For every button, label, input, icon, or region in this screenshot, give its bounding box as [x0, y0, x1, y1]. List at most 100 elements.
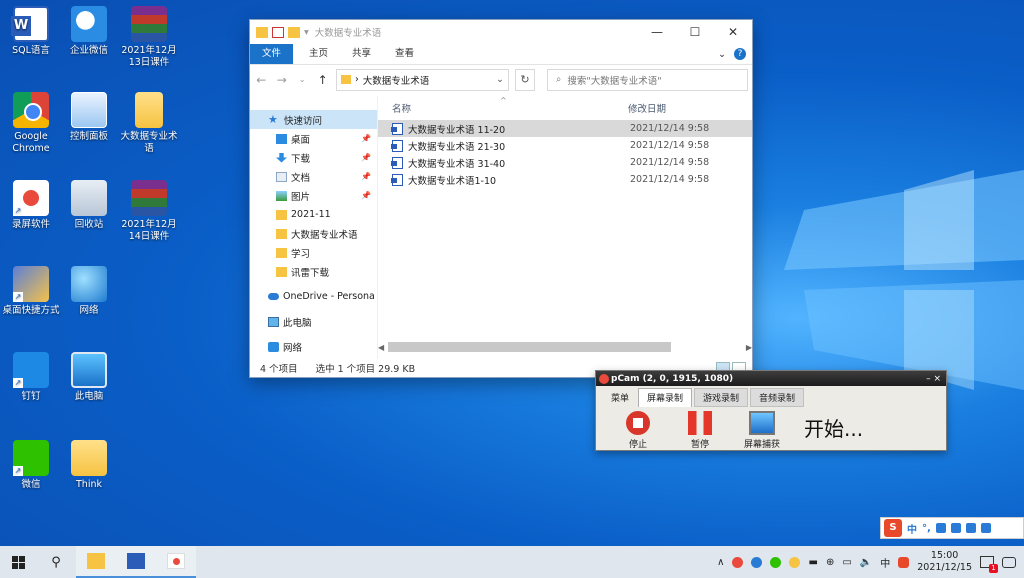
scroll-left-icon[interactable]: ◀ [378, 343, 384, 352]
properties-icon[interactable] [272, 26, 284, 38]
notification-icon[interactable]: 1 [980, 556, 998, 573]
address-dropdown-icon[interactable]: ⌄ [496, 74, 504, 85]
tab-share[interactable]: 共享 [340, 44, 383, 64]
screen-capture-button[interactable]: 屏幕捕获 [742, 411, 782, 450]
nav-pictures[interactable]: 图片 📌 [250, 186, 377, 205]
skin-icon[interactable] [965, 523, 976, 533]
tray-sogou-icon[interactable] [898, 556, 910, 568]
ime-punctuation[interactable]: °, [922, 523, 931, 534]
ime-toolbar[interactable]: S 中 °, [880, 517, 1024, 539]
forward-button[interactable]: → [274, 73, 288, 87]
breadcrumb-current[interactable]: 大数据专业术语 [363, 73, 430, 87]
search-input[interactable]: ⌕ 搜索"大数据专业术语" [547, 68, 748, 91]
tray-wechat-icon[interactable] [770, 556, 782, 568]
desktop-icon-wechat-work[interactable]: 企业微信 [58, 6, 120, 57]
ime-mode[interactable]: 中 [907, 521, 917, 536]
file-row[interactable]: 大数据专业术语 11-20 2021/12/14 9:58 [378, 120, 752, 137]
tab-menu[interactable]: 菜单 [602, 388, 638, 407]
desktop-icon-think[interactable]: Think [58, 440, 120, 491]
nav-onedrive[interactable]: OneDrive - Persona [250, 287, 377, 306]
taskbar-file-explorer[interactable] [76, 546, 116, 578]
nav-folder-bigdata[interactable]: 大数据专业术语 [250, 224, 377, 243]
nav-folder-thunder[interactable]: 讯雷下载 [250, 262, 377, 281]
help-icon[interactable]: ? [734, 48, 746, 60]
desktop-icon-control-panel[interactable]: 控制面板 [58, 92, 120, 143]
tray-expand-icon[interactable]: ∧ [717, 557, 724, 568]
taskbar-recorder[interactable] [156, 546, 196, 578]
start-button[interactable] [0, 546, 36, 578]
tab-audio-record[interactable]: 音频录制 [750, 388, 805, 407]
desktop-icon-sql[interactable]: SQL语言 [0, 6, 62, 57]
address-bar[interactable]: › 大数据专业术语 ⌄ [335, 68, 509, 91]
column-header-modified[interactable]: 修改日期 [628, 101, 666, 115]
tray-monitor-icon[interactable]: ▭ [842, 557, 851, 568]
nav-quick-access[interactable]: ★ 快速访问 [250, 110, 377, 129]
minimize-button[interactable]: — [638, 25, 676, 39]
tab-file[interactable]: 文件 [250, 44, 294, 64]
desktop-icon-this-pc[interactable]: 此电脑 [58, 352, 120, 403]
up-button[interactable]: ↑ [315, 73, 329, 87]
pin-icon[interactable]: 📌 [361, 153, 371, 162]
file-explorer-window[interactable]: ▾ 大数据专业术语 — ☐ ✕ 文件 主页 共享 查看 ⌄ ? ← → ⌄ ↑ … [249, 19, 753, 378]
horizontal-scrollbar[interactable]: ◀ ▶ [378, 341, 752, 353]
maximize-button[interactable]: ☐ [676, 25, 714, 39]
tray-app-icon[interactable] [751, 556, 763, 568]
recorder-title-bar[interactable]: pCam (2, 0, 1915, 1080) – × [596, 371, 946, 386]
desktop-icon-bigdata-folder[interactable]: 大数据专业术语 [118, 92, 180, 155]
nav-downloads[interactable]: 下载 📌 [250, 148, 377, 167]
action-center-icon[interactable] [1002, 556, 1016, 568]
desktop-icon-wechat[interactable]: ↗ 微信 [0, 440, 62, 491]
breadcrumb-chevron-icon[interactable]: › [355, 74, 359, 85]
pin-icon[interactable]: 📌 [361, 191, 371, 200]
desktop-icon-recorder[interactable]: ↗ 录屏软件 [0, 180, 62, 231]
recent-locations-icon[interactable]: ⌄ [295, 75, 309, 84]
back-button[interactable]: ← [254, 73, 268, 87]
search-icon[interactable]: ⚲ [36, 555, 76, 570]
tray-language[interactable]: 中 [880, 555, 890, 570]
nav-desktop[interactable]: 桌面 📌 [250, 129, 377, 148]
stop-button[interactable]: 停止 [618, 411, 658, 450]
new-folder-icon[interactable] [288, 26, 300, 38]
nav-network[interactable]: 网络 [250, 337, 377, 356]
desktop-icon-courseware-13[interactable]: 2021年12月13日课件 [118, 6, 180, 69]
recorder-window-controls[interactable]: – × [926, 374, 946, 384]
explorer-title-bar[interactable]: ▾ 大数据专业术语 — ☐ ✕ [250, 20, 752, 44]
tray-app-icon[interactable] [789, 556, 801, 568]
file-row[interactable]: 大数据专业术语1-10 2021/12/14 9:58 [378, 171, 752, 188]
nav-this-pc[interactable]: 此电脑 [250, 312, 377, 331]
desktop-icon-recycle-bin[interactable]: 回收站 [58, 180, 120, 231]
refresh-button[interactable]: ↻ [514, 68, 536, 91]
taskbar-word-app[interactable] [116, 546, 156, 578]
globe-icon[interactable]: ⊕ [826, 557, 834, 568]
pin-icon[interactable]: 📌 [361, 134, 371, 143]
file-row[interactable]: 大数据专业术语 21-30 2021/12/14 9:58 [378, 137, 752, 154]
desktop-icon-chrome[interactable]: Google Chrome [0, 92, 62, 155]
battery-icon[interactable]: ▬ [808, 557, 817, 568]
pause-button[interactable]: 暂停 [680, 411, 720, 450]
nav-folder-study[interactable]: 学习 [250, 243, 377, 262]
pin-icon[interactable]: 📌 [361, 172, 371, 181]
tray-recorder-icon[interactable] [732, 556, 744, 568]
tab-screen-record[interactable]: 屏幕录制 [638, 388, 693, 407]
sogou-ime-icon[interactable]: S [884, 519, 902, 537]
file-row[interactable]: 大数据专业术语 31-40 2021/12/14 9:58 [378, 154, 752, 171]
tab-view[interactable]: 查看 [383, 44, 426, 64]
scroll-right-icon[interactable]: ▶ [746, 343, 752, 352]
desktop-icon-shortcut[interactable]: ↗ 桌面快捷方式 [0, 266, 62, 317]
ribbon-expand-icon[interactable]: ⌄ [718, 49, 726, 60]
nav-folder-2021-11[interactable]: 2021-11 [250, 205, 377, 224]
volume-icon[interactable]: 🔈 [860, 557, 872, 568]
desktop-icon-network[interactable]: 网络 [58, 266, 120, 317]
screen-recorder-window[interactable]: pCam (2, 0, 1915, 1080) – × 菜单 屏幕录制 游戏录制… [595, 370, 947, 451]
tab-home[interactable]: 主页 [297, 44, 340, 64]
tab-game-record[interactable]: 游戏录制 [694, 388, 749, 407]
scroll-thumb[interactable] [388, 342, 672, 352]
toolbox-icon[interactable] [980, 523, 991, 533]
column-header-name[interactable]: 名称 [392, 101, 628, 115]
clock[interactable]: 15:00 2021/12/15 [917, 550, 972, 574]
desktop-icon-dingtalk[interactable]: ↗ 钉钉 [0, 352, 62, 403]
quick-access-dropdown-icon[interactable]: ▾ [304, 27, 309, 38]
keyboard-icon[interactable] [950, 523, 961, 533]
close-button[interactable]: ✕ [714, 25, 752, 39]
microphone-icon[interactable] [935, 523, 946, 533]
